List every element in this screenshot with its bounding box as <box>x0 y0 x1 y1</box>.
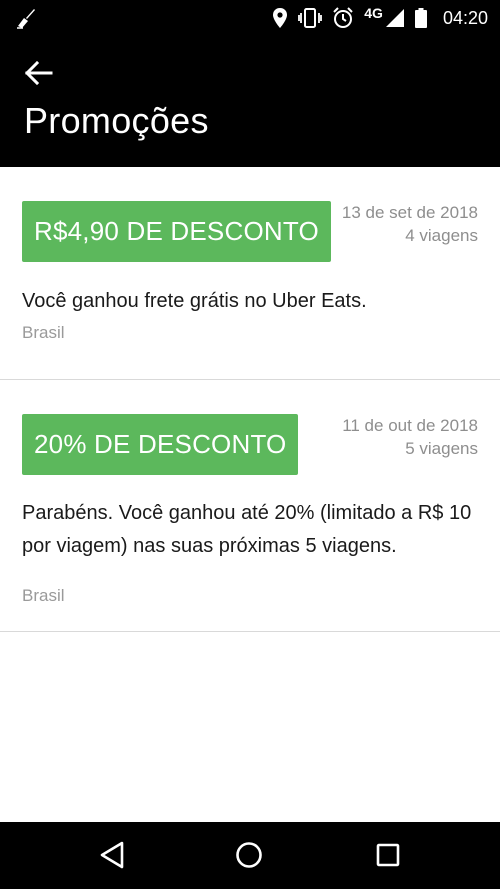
back-arrow-icon[interactable] <box>22 56 56 90</box>
promo-list: R$4,90 DE DESCONTO 13 de set de 2018 4 v… <box>0 167 500 632</box>
status-icons: 4G 04:20 <box>272 0 488 36</box>
nav-back-icon[interactable] <box>96 839 128 871</box>
alarm-icon <box>333 7 353 28</box>
promo-trips: 5 viagens <box>405 439 478 458</box>
promo-description: Parabéns. Você ganhou até 20% (limitado … <box>22 502 472 557</box>
signal-icon <box>385 9 404 27</box>
promo-trips: 4 viagens <box>405 226 478 245</box>
promo-date: 13 de set de 2018 <box>341 203 478 222</box>
network-type-label: 4G <box>364 5 383 21</box>
system-nav-bar <box>0 822 500 889</box>
status-bar: 4G 04:20 <box>0 0 500 36</box>
promo-region: Brasil <box>22 323 65 342</box>
promo-description: Você ganhou frete grátis no Uber Eats. <box>22 290 367 312</box>
vibrate-icon <box>298 8 323 28</box>
clock-time: 04:20 <box>442 7 488 28</box>
promo-date: 11 de out de 2018 <box>342 416 478 435</box>
cleaner-icon <box>17 9 35 29</box>
discount-badge: 20% DE DESCONTO <box>22 414 299 475</box>
page-title: Promoções <box>24 100 209 141</box>
nav-home-icon[interactable] <box>233 839 265 871</box>
battery-icon <box>414 8 427 28</box>
location-icon <box>273 8 288 28</box>
promo-meta: 11 de out de 2018 5 viagens <box>342 414 478 460</box>
app-header: Promoções <box>0 36 500 167</box>
discount-badge: R$4,90 DE DESCONTO <box>22 201 331 262</box>
promo-card[interactable]: R$4,90 DE DESCONTO 13 de set de 2018 4 v… <box>0 167 500 380</box>
promo-region: Brasil <box>22 586 65 605</box>
promo-meta: 13 de set de 2018 4 viagens <box>342 201 478 247</box>
promo-card[interactable]: 20% DE DESCONTO 11 de out de 2018 5 viag… <box>0 380 500 632</box>
nav-recents-icon[interactable] <box>372 839 404 871</box>
